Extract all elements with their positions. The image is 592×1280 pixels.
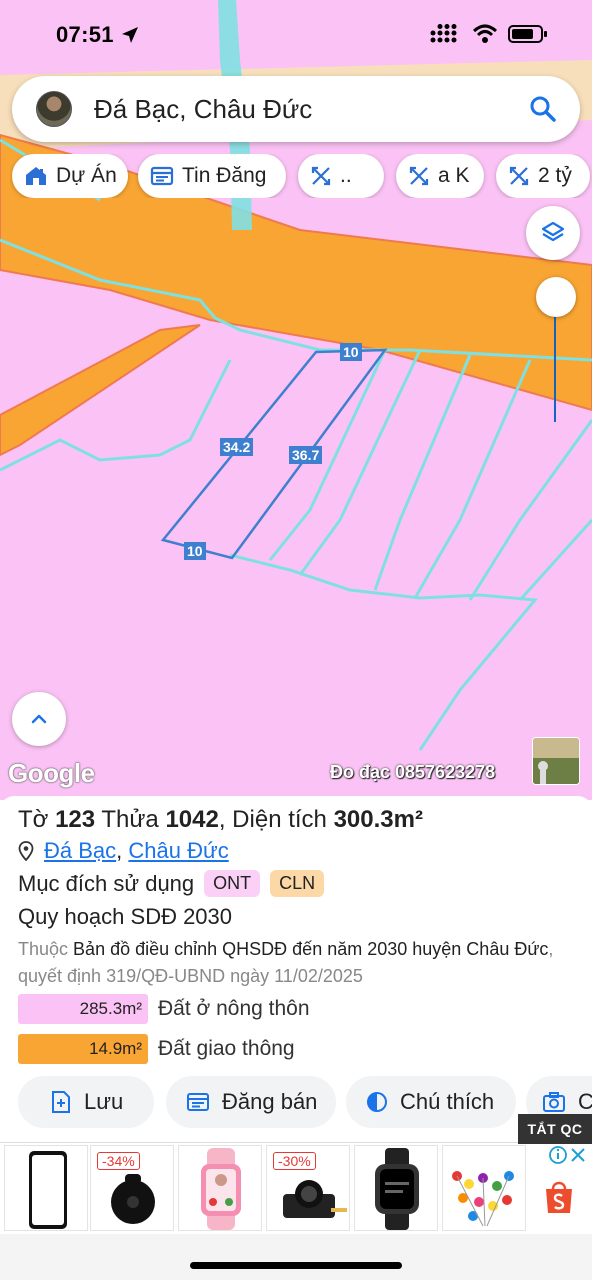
- plan-description: Thuộc Bản đồ điều chỉnh QHSDĐ đến năm 20…: [18, 936, 578, 990]
- segment-label-top: 10: [340, 343, 362, 361]
- legend-button[interactable]: Chú thích: [346, 1076, 516, 1128]
- ad-item[interactable]: [4, 1145, 88, 1231]
- chip-filter-1[interactable]: ..: [298, 154, 384, 198]
- ad-item[interactable]: -30%: [266, 1145, 350, 1231]
- plot-label: Thửa: [101, 806, 159, 833]
- search-input[interactable]: Đá Bạc, Châu Đức: [94, 94, 528, 125]
- ad-item[interactable]: [178, 1145, 262, 1231]
- segment-label-left: 34.2: [220, 438, 254, 456]
- chip-label: ..: [340, 164, 352, 187]
- purpose-badge-cln[interactable]: CLN: [270, 870, 325, 897]
- location-pin-icon: [18, 841, 34, 861]
- plan-title: Quy hoạch SDĐ 2030: [18, 904, 233, 929]
- area-label: , Diện tích: [218, 806, 327, 833]
- address-separator: ,: [116, 838, 123, 863]
- status-time: 07:51: [56, 22, 114, 47]
- segment-label-bottom: 10: [184, 542, 206, 560]
- camera-label: C: [578, 1089, 592, 1114]
- ad-item[interactable]: [442, 1145, 526, 1231]
- camera-icon: [543, 1092, 565, 1112]
- expand-panel-button[interactable]: [12, 692, 66, 746]
- legend-label: Đất ở nông thôn: [158, 997, 310, 1020]
- map-layers-button[interactable]: [526, 206, 580, 260]
- ruler-icon: [509, 166, 529, 186]
- discount-badge: -30%: [273, 1152, 316, 1170]
- opacity-slider-knob[interactable]: [536, 277, 576, 317]
- save-label: Lưu: [84, 1089, 124, 1114]
- chip-du-an[interactable]: Dự Án: [12, 154, 128, 198]
- post-label: Đăng bán: [222, 1089, 318, 1114]
- purpose-badge-ont[interactable]: ONT: [204, 870, 261, 897]
- kids-watch-product-image: [201, 1148, 241, 1230]
- discount-badge: -34%: [97, 1152, 140, 1170]
- legend-area-box: 285.3m²: [18, 994, 148, 1024]
- plot-number: 1042: [165, 806, 219, 833]
- shopee-logo-icon: [542, 1179, 576, 1220]
- street-view-thumbnail[interactable]: [532, 737, 580, 785]
- bottom-safe-area: [0, 1234, 592, 1280]
- chip-filter-2[interactable]: a K: [396, 154, 484, 198]
- surveyor-contact[interactable]: Đo đạc 0857623278: [330, 762, 495, 783]
- parcel-info-panel: Tờ 123 Thửa 1042, Diện tích 300.3m² Đá B…: [0, 796, 592, 1146]
- cellular-signal-icon: [430, 24, 457, 43]
- pins-product-image: [452, 1171, 514, 1227]
- battery-icon: [508, 25, 547, 43]
- action-buttons: Lưu Đăng bán Chú thích C: [0, 1076, 592, 1128]
- smartwatch-product-image: [375, 1148, 419, 1230]
- purpose-label: Mục đích sử dụng: [18, 870, 195, 896]
- segment-label-right: 36.7: [289, 446, 323, 464]
- status-bar: 07:51: [0, 0, 592, 70]
- ad-info-icon[interactable]: [548, 1145, 588, 1170]
- save-icon: [52, 1091, 70, 1113]
- chip-tin-dang[interactable]: Tin Đăng: [138, 154, 286, 198]
- plan-map-name: Bản đồ điều chỉnh QHSDĐ đến năm 2030 huy…: [73, 939, 549, 959]
- wifi-icon: [472, 24, 498, 43]
- close-ads-button[interactable]: TẮT QC: [518, 1114, 592, 1144]
- legend-label: Đất giao thông: [158, 1037, 295, 1060]
- land-use-purpose: Mục đích sử dụng ONT CLN: [18, 870, 325, 897]
- ad-item[interactable]: [354, 1145, 438, 1231]
- district-link[interactable]: Châu Đức: [128, 838, 228, 863]
- home-indicator[interactable]: [190, 1262, 402, 1269]
- save-button[interactable]: Lưu: [18, 1076, 154, 1128]
- phone-product-image: [29, 1151, 67, 1229]
- area-value: 300.3m²: [333, 806, 423, 833]
- chip-label: a K: [438, 164, 470, 187]
- plan-prefix: Thuộc: [18, 939, 69, 959]
- search-icon[interactable]: [528, 94, 558, 124]
- ruler-icon: [311, 166, 331, 186]
- legend-icon: [367, 1092, 387, 1112]
- post-icon: [187, 1093, 209, 1111]
- filter-chips: Dự Án Tin Đăng .. a K 2 tỷ: [10, 154, 592, 198]
- legend-row-rural-residential: 285.3m² Đất ở nông thôn: [18, 994, 310, 1024]
- parcel-address: Đá Bạc, Châu Đức: [18, 838, 229, 864]
- sheet-label: Tờ: [18, 806, 49, 833]
- chip-label: Dự Án: [56, 164, 117, 187]
- parcel-title: Tờ 123 Thửa 1042, Diện tích 300.3m²: [18, 806, 423, 834]
- ad-banner[interactable]: -34% -30%: [0, 1142, 592, 1234]
- location-arrow-icon: [121, 27, 138, 43]
- chip-label: 2 tỷ: [538, 164, 572, 187]
- chip-filter-3[interactable]: 2 tỷ: [496, 154, 590, 198]
- ad-item[interactable]: -34%: [90, 1145, 174, 1231]
- legend-area-box: 14.9m²: [18, 1034, 148, 1064]
- home-icon: [26, 167, 46, 185]
- listing-icon: [150, 166, 174, 186]
- legend-row-transport: 14.9m² Đất giao thông: [18, 1034, 295, 1064]
- search-bar[interactable]: Đá Bạc, Châu Đức: [12, 76, 580, 142]
- chevron-up-icon: [31, 714, 47, 724]
- chip-label: Tin Đăng: [182, 164, 267, 187]
- google-logo: Google: [8, 758, 95, 788]
- layers-icon: [541, 221, 565, 242]
- sheet-number: 123: [55, 806, 96, 833]
- commune-link[interactable]: Đá Bạc: [44, 838, 116, 863]
- street-view-icon: [533, 738, 579, 784]
- avatar[interactable]: [36, 91, 72, 127]
- post-for-sale-button[interactable]: Đăng bán: [166, 1076, 336, 1128]
- legend-label: Chú thích: [400, 1089, 495, 1114]
- ruler-icon: [409, 166, 429, 186]
